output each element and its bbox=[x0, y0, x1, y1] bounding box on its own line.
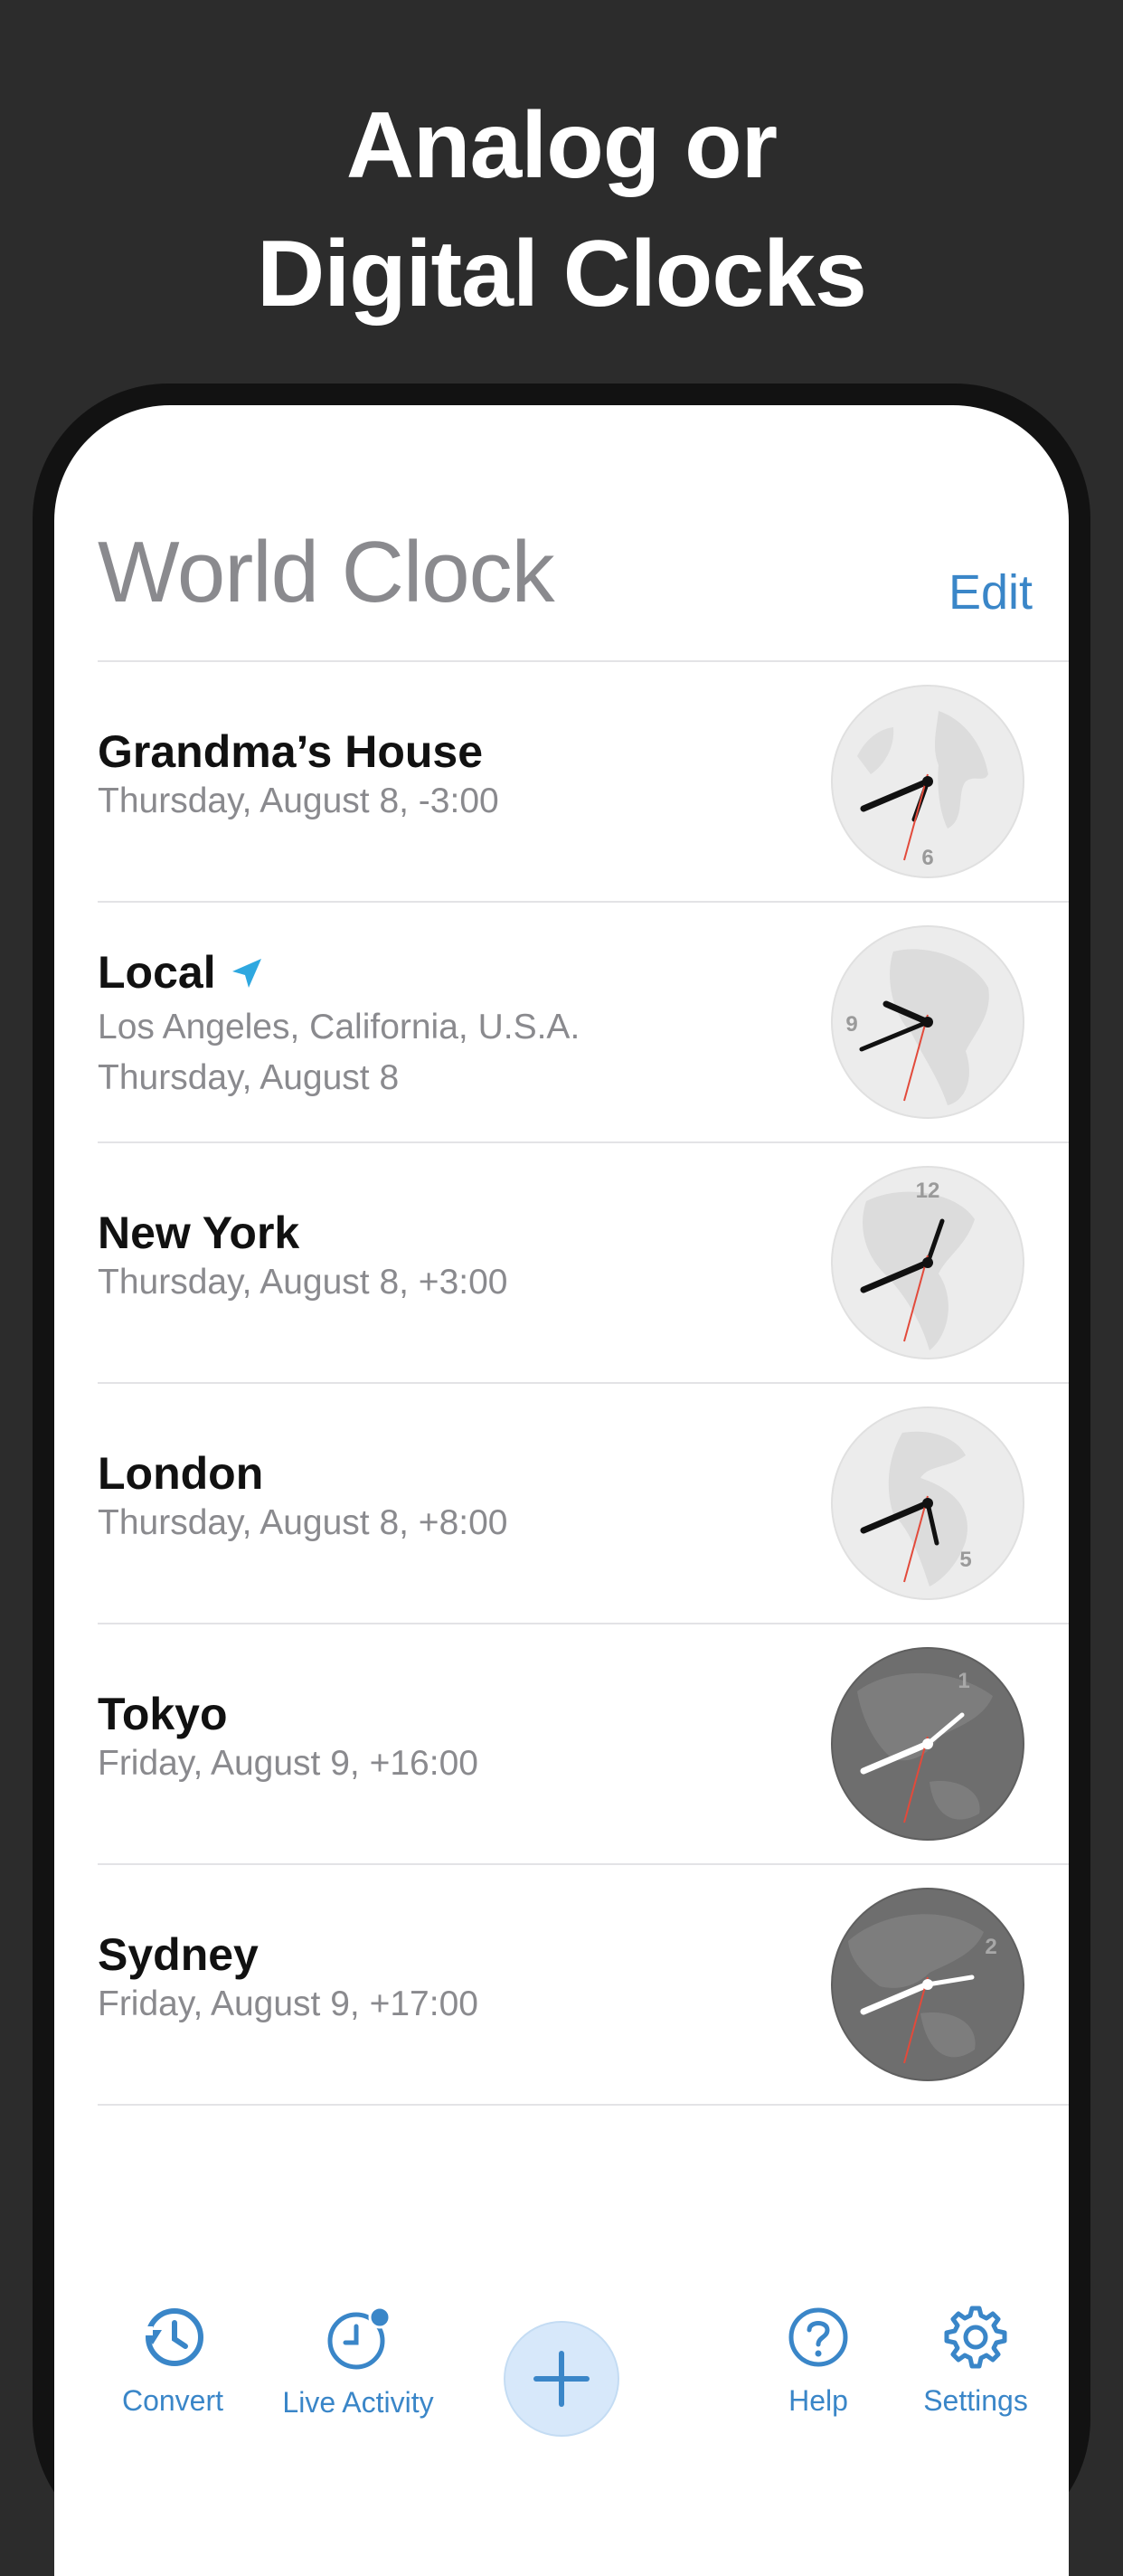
clock-numeral: 9 bbox=[845, 1012, 857, 1037]
clock-row[interactable]: Local Los Angeles, California, U.S.A. Th… bbox=[98, 901, 1069, 1141]
city-name-label: Local bbox=[98, 947, 216, 998]
gear-icon bbox=[899, 2303, 1052, 2379]
city-detail: Friday, August 9, +16:00 bbox=[98, 1744, 478, 1783]
clock-row[interactable]: Grandma’s House Thursday, August 8, -3:0… bbox=[98, 660, 1069, 901]
edit-button[interactable]: Edit bbox=[948, 564, 1033, 620]
tab-convert[interactable]: Convert bbox=[96, 2303, 250, 2418]
city-detail: Thursday, August 8, -3:00 bbox=[98, 781, 499, 820]
clock-numeral: 12 bbox=[916, 1179, 940, 1203]
tab-convert-label: Convert bbox=[121, 2384, 224, 2417]
clock-row[interactable]: Sydney Friday, August 9, +17:00 2 bbox=[98, 1863, 1069, 2106]
city-name: Sydney bbox=[98, 1929, 259, 1980]
tab-bar: Convert Live Activity Help Settings bbox=[54, 2268, 1069, 2576]
page-title: World Clock bbox=[98, 524, 555, 620]
headline-line-1: Analog or bbox=[345, 93, 778, 198]
help-icon bbox=[741, 2303, 895, 2379]
city-name: Grandma’s House bbox=[98, 726, 484, 777]
clock-numeral: 6 bbox=[921, 846, 933, 870]
city-detail: Friday, August 9, +17:00 bbox=[98, 1984, 478, 2023]
location-arrow-icon bbox=[229, 950, 265, 1002]
city-name: Tokyo bbox=[98, 1689, 228, 1739]
tab-help[interactable]: Help bbox=[741, 2303, 895, 2418]
analog-clock: 1 bbox=[830, 1646, 1025, 1842]
analog-clock: 2 bbox=[830, 1887, 1025, 2082]
clock-row[interactable]: Tokyo Friday, August 9, +16:00 1 bbox=[98, 1623, 1069, 1863]
analog-clock: 12 bbox=[830, 1165, 1025, 1360]
clock-numeral: 2 bbox=[985, 1935, 996, 1959]
tab-live-activity[interactable]: Live Activity bbox=[259, 2305, 458, 2420]
city-detail: Los Angeles, California, U.S.A. bbox=[98, 1008, 580, 1046]
clock-numeral: 1 bbox=[958, 1669, 969, 1693]
headline-line-2: Digital Clocks bbox=[257, 222, 867, 327]
headline: Analog or Digital Clocks bbox=[0, 81, 1123, 338]
clock-row[interactable]: New York Thursday, August 8, +3:00 12 bbox=[98, 1141, 1069, 1382]
clock-row[interactable]: London Thursday, August 8, +8:00 5 bbox=[98, 1382, 1069, 1623]
city-name: Local bbox=[98, 946, 265, 1002]
tab-help-label: Help bbox=[788, 2384, 848, 2417]
clock-numeral: 5 bbox=[959, 1548, 971, 1572]
analog-clock: 6 bbox=[830, 684, 1025, 879]
clock-list: Grandma’s House Thursday, August 8, -3:0… bbox=[98, 660, 1069, 2106]
history-icon bbox=[96, 2303, 250, 2379]
city-detail: Thursday, August 8, +8:00 bbox=[98, 1503, 508, 1542]
phone-screen: World Clock Edit Grandma’s House Thursda… bbox=[54, 405, 1069, 2576]
live-activity-icon bbox=[259, 2305, 458, 2381]
analog-clock: 5 bbox=[830, 1406, 1025, 1601]
tab-settings-label: Settings bbox=[923, 2384, 1028, 2417]
city-name: London bbox=[98, 1448, 264, 1499]
city-date: Thursday, August 8 bbox=[98, 1058, 400, 1097]
add-button[interactable] bbox=[504, 2321, 619, 2437]
analog-clock: 9 bbox=[830, 924, 1025, 1120]
tab-live-activity-label: Live Activity bbox=[282, 2386, 434, 2419]
tab-settings[interactable]: Settings bbox=[899, 2303, 1052, 2418]
city-detail: Thursday, August 8, +3:00 bbox=[98, 1263, 508, 1302]
city-name: New York bbox=[98, 1208, 300, 1258]
